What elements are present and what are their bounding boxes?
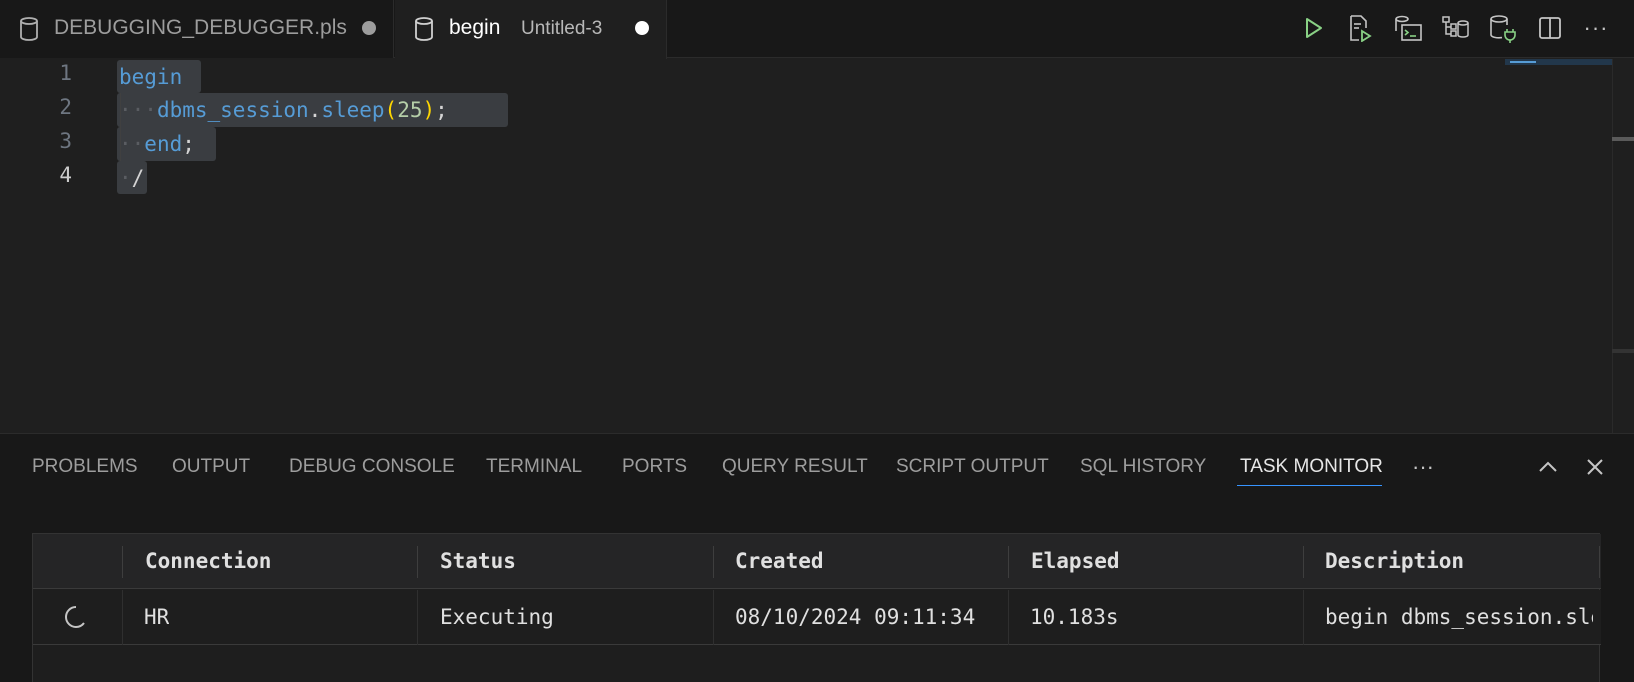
scrollbar-cursor-marker — [1612, 137, 1634, 141]
whitespace-marker: ·· — [119, 132, 145, 156]
tab-query-result[interactable]: QUERY RESULT — [722, 456, 868, 486]
cell-elapsed: 10.183s — [1030, 605, 1119, 629]
semicolon: ; — [435, 98, 448, 122]
column-header-connection[interactable]: Connection — [145, 549, 271, 573]
column-header-elapsed[interactable]: Elapsed — [1031, 549, 1120, 573]
whitespace-marker: ··· — [119, 98, 157, 122]
cell-divider — [713, 590, 714, 645]
tab-begin-untitled-3[interactable]: begin Untitled-3 — [395, 0, 667, 59]
code-line-3: ··end; — [119, 127, 195, 161]
unsaved-dot-icon[interactable] — [362, 21, 376, 35]
tab-task-monitor[interactable]: TASK MONITOR — [1240, 456, 1383, 486]
column-resizer[interactable] — [713, 546, 714, 578]
paren-close: ) — [422, 98, 436, 122]
cell-connection: HR — [144, 605, 170, 629]
tab-title: begin — [449, 16, 501, 39]
sql-terminal-icon[interactable] — [1392, 12, 1424, 44]
tab-description: Untitled-3 — [521, 18, 603, 39]
cell-divider — [122, 590, 123, 645]
database-icon — [413, 16, 435, 42]
tab-debugging-debugger[interactable]: DEBUGGING_DEBUGGER.pls — [0, 0, 394, 58]
explain-plan-icon[interactable] — [1440, 12, 1472, 44]
scrollbar-marker — [1612, 349, 1634, 353]
dot: . — [308, 98, 322, 122]
column-header-description[interactable]: Description — [1325, 549, 1464, 573]
table-row[interactable]: HR Executing 08/10/2024 09:11:34 10.183s… — [33, 590, 1601, 645]
code-editor[interactable]: 1 2 3 4 begin ···dbms_session.sleep(25);… — [0, 59, 1634, 433]
tab-ports[interactable]: PORTS — [622, 456, 687, 486]
line-number: 2 — [59, 95, 72, 119]
cell-created: 08/10/2024 09:11:34 — [735, 605, 976, 629]
code-line-4: ·/ — [119, 161, 144, 195]
semicolon: ; — [182, 132, 195, 156]
keyword: begin — [119, 65, 183, 89]
tab-output[interactable]: OUTPUT — [172, 456, 250, 486]
function-name: sleep — [321, 98, 385, 122]
column-header-status[interactable]: Status — [440, 549, 516, 573]
active-tab-indicator — [1237, 485, 1382, 486]
tab-sql-history[interactable]: SQL HISTORY — [1080, 456, 1206, 486]
more-actions-icon[interactable]: ··· — [1580, 12, 1612, 44]
line-number: 1 — [59, 61, 72, 85]
code-line-1: begin — [119, 60, 182, 94]
cell-description: begin dbms_session.sleep(25); — [1325, 605, 1593, 629]
minimap[interactable] — [1510, 61, 1536, 63]
panel-more-icon[interactable]: ··· — [1408, 452, 1438, 482]
editor-tab-bar: DEBUGGING_DEBUGGER.pls begin Untitled-3 … — [0, 0, 1634, 59]
cell-status: Executing — [440, 605, 554, 629]
paren-open: ( — [384, 98, 398, 122]
split-editor-icon[interactable] — [1534, 12, 1566, 44]
column-resizer[interactable] — [1599, 546, 1600, 578]
cell-divider — [1008, 590, 1009, 645]
maximize-panel-icon[interactable] — [1533, 452, 1563, 482]
cell-divider — [417, 590, 418, 645]
task-monitor-table: Connection Status Created Elapsed Descri… — [32, 533, 1601, 682]
line-number-active: 4 — [59, 163, 72, 187]
column-resizer[interactable] — [1303, 546, 1304, 578]
run-icon[interactable] — [1298, 12, 1330, 44]
tab-terminal[interactable]: TERMINAL — [486, 456, 582, 486]
unsaved-dot-icon[interactable] — [635, 21, 649, 35]
table-header: Connection Status Created Elapsed Descri… — [33, 534, 1601, 589]
loading-spinner-icon — [63, 604, 89, 630]
whitespace-marker: · — [119, 166, 132, 190]
column-resizer[interactable] — [122, 546, 123, 578]
package-name: dbms_session — [156, 98, 309, 122]
vertical-scrollbar[interactable] — [1612, 59, 1634, 433]
tab-problems[interactable]: PROBLEMS — [32, 456, 138, 486]
column-resizer[interactable] — [1008, 546, 1009, 578]
bottom-panel: PROBLEMS OUTPUT DEBUG CONSOLE TERMINAL P… — [0, 433, 1634, 682]
code-line-2: ···dbms_session.sleep(25); — [119, 93, 448, 127]
cell-divider — [1303, 590, 1304, 645]
column-resizer[interactable] — [417, 546, 418, 578]
close-panel-icon[interactable] — [1580, 452, 1610, 482]
database-icon — [18, 16, 40, 42]
slash-terminator: / — [131, 166, 145, 190]
number-literal: 25 — [397, 98, 423, 122]
tab-script-output[interactable]: SCRIPT OUTPUT — [896, 456, 1049, 486]
keyword: end — [144, 132, 183, 156]
database-connect-icon[interactable] — [1487, 12, 1519, 44]
run-script-icon[interactable] — [1344, 12, 1376, 44]
column-header-created[interactable]: Created — [735, 549, 824, 573]
tab-title: DEBUGGING_DEBUGGER.pls — [54, 16, 347, 39]
tab-debug-console[interactable]: DEBUG CONSOLE — [289, 456, 455, 486]
line-number: 3 — [59, 129, 72, 153]
